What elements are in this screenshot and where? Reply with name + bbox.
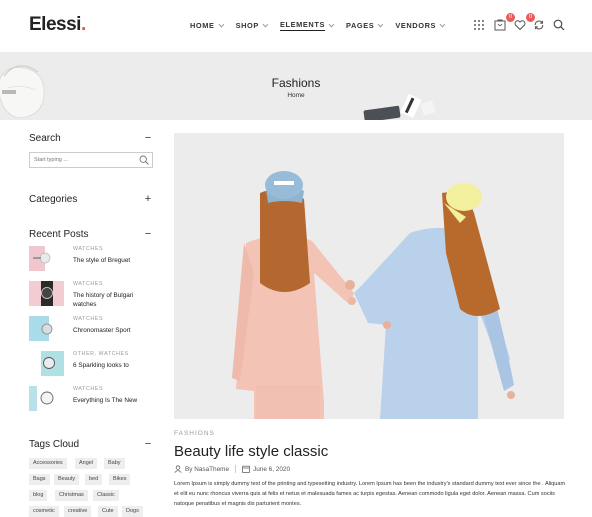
calendar-icon [242,465,250,473]
tag[interactable]: Baby [104,458,125,469]
tags-cloud-widget-title: Tags Cloud − [29,438,153,450]
post-thumbnail [29,246,64,271]
accessories-image [363,93,436,120]
tag[interactable]: Angel [75,458,98,469]
breadcrumb-home[interactable]: Home [0,92,592,99]
tag[interactable]: creative [64,506,92,517]
post-author[interactable]: By NasaTheme [185,466,229,473]
tag[interactable]: Bikes [109,474,131,485]
nav-pages[interactable]: PAGES [346,20,384,31]
search-icon[interactable] [553,17,569,33]
header-icons: 0 0 [473,13,569,35]
compare-icon[interactable]: 0 [494,13,515,33]
main-nav: HOME SHOP ELEMENTS PAGES VENDORS [190,20,457,31]
search-icon[interactable] [139,155,149,165]
tag[interactable]: bed [85,474,103,485]
expand-icon[interactable]: + [143,193,153,205]
categories-widget-title[interactable]: Categories + [29,193,153,205]
recent-post-item[interactable]: OTHER, WATCHES 6 Sparkling looks to [29,351,153,377]
refresh-icon[interactable] [533,17,549,33]
post-excerpt: Lorem Ipsum is simply dummy text of the … [174,481,566,507]
meta-divider [235,465,237,473]
chevron-down-icon [328,21,335,27]
post-thumbnail [29,351,64,376]
post-thumbnail [29,281,64,306]
tag[interactable]: Christmas [55,490,88,501]
nav-vendors[interactable]: VENDORS [395,20,446,31]
page-banner: Fashions Home [0,52,592,120]
tag[interactable]: Cute [98,506,118,517]
tag[interactable]: Accessories [29,458,67,469]
recent-post-item[interactable]: WATCHES Chronomaster Sport [29,316,153,342]
post-category[interactable]: FASHIONS [174,430,215,437]
collapse-icon[interactable]: − [143,228,153,240]
collapse-icon[interactable]: − [143,132,153,144]
collapse-icon[interactable]: − [143,438,153,450]
site-logo[interactable]: Elessi. [29,14,86,36]
post-date: June 6, 2020 [253,465,291,473]
search-input[interactable]: Start typing ... [29,152,153,168]
nav-shop[interactable]: SHOP [236,20,269,31]
tag[interactable]: blog [29,490,48,501]
post-thumbnail [29,386,64,411]
user-icon [174,465,182,473]
chevron-down-icon [439,21,446,27]
recent-posts-widget-title: Recent Posts − [29,228,153,240]
nav-home[interactable]: HOME [190,20,224,31]
tag[interactable]: Beauty [54,474,80,485]
chevron-down-icon [262,21,269,27]
grid-icon[interactable] [473,17,489,33]
chevron-down-icon [218,21,224,27]
site-header: Elessi. HOME SHOP ELEMENTS PAGES VENDORS… [0,0,592,52]
tag[interactable]: cosmetic [29,506,59,517]
recent-post-item[interactable]: WATCHES The style of Breguet [29,246,153,272]
page-title: Fashions [271,76,321,90]
chevron-down-icon [377,21,384,27]
tag[interactable]: Bags [29,474,50,485]
post-title[interactable]: Beauty life style classic [174,443,328,460]
wishlist-icon[interactable]: 0 [514,13,535,33]
tag[interactable]: Classic [93,490,119,501]
recent-post-item[interactable]: WATCHES The history of Bulgari watches [29,281,153,308]
post-thumbnail [29,316,64,341]
post-featured-image[interactable] [174,133,564,419]
tag[interactable]: Dogs [122,506,143,517]
search-widget-title: Search − [29,132,153,144]
nav-elements[interactable]: ELEMENTS [279,20,335,31]
recent-post-item[interactable]: WATCHES Everything Is The New [29,386,153,412]
post-meta: By NasaTheme June 6, 2020 [174,465,290,473]
